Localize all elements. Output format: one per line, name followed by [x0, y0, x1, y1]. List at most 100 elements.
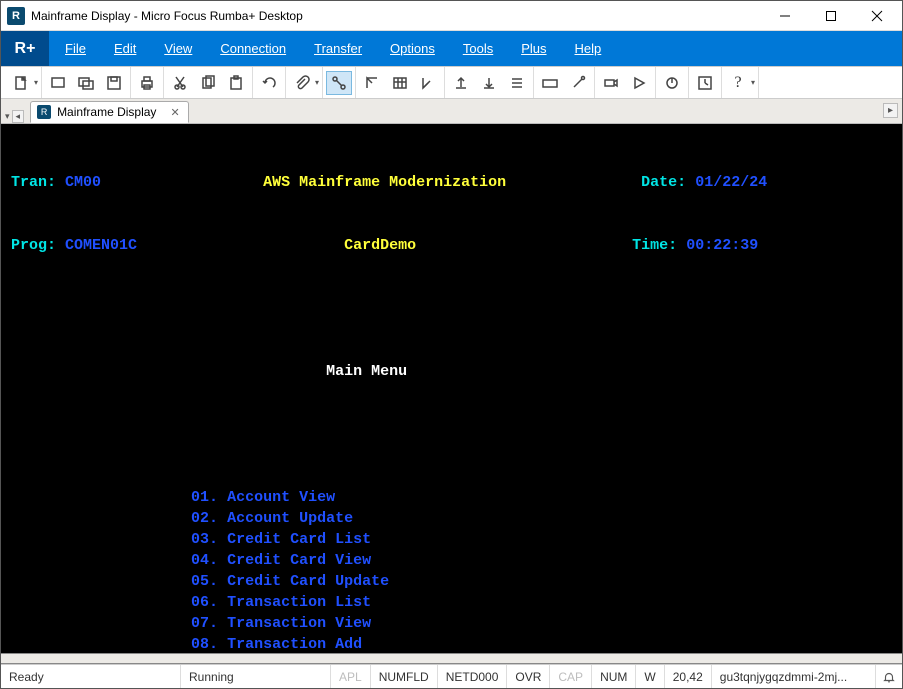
table-icon[interactable] — [387, 71, 413, 95]
menu-tools[interactable]: Tools — [463, 41, 493, 56]
tab-strip: ▾ ◂ R Mainframe Display ✕ ▸ — [1, 99, 902, 124]
option-label: Credit Card List — [227, 529, 371, 550]
attach-icon[interactable] — [289, 71, 315, 95]
play-icon[interactable] — [626, 71, 652, 95]
status-ready: Ready — [1, 665, 181, 688]
tran-value: CM00 — [65, 172, 101, 193]
menu-option: 07. Transaction View — [11, 613, 892, 634]
eyedropper-icon[interactable] — [565, 71, 591, 95]
cursor-up-icon[interactable] — [359, 71, 385, 95]
window-title: Mainframe Display - Micro Focus Rumba+ D… — [31, 9, 762, 23]
menu-options[interactable]: Options — [390, 41, 435, 56]
menu-option: 08. Transaction Add — [11, 634, 892, 653]
download-icon[interactable] — [476, 71, 502, 95]
tran-label: Tran: — [11, 172, 56, 193]
toolbar: ▾ ▾ — [1, 66, 902, 99]
tab-close-icon[interactable]: ✕ — [170, 106, 179, 119]
window-controls — [762, 1, 900, 31]
option-number: 05. — [191, 571, 218, 592]
separator — [1, 653, 902, 664]
multi-screen-icon[interactable] — [73, 71, 99, 95]
menu-file[interactable]: File — [65, 41, 86, 56]
status-netd: NETD000 — [438, 665, 508, 688]
option-label: Transaction View — [227, 613, 371, 634]
option-label: Account View — [227, 487, 335, 508]
queue-icon[interactable] — [504, 71, 530, 95]
brand-logo: R+ — [1, 31, 49, 66]
connect-icon[interactable] — [326, 71, 352, 95]
print-icon[interactable] — [134, 71, 160, 95]
option-label: Credit Card View — [227, 550, 371, 571]
date-value: 01/22/24 — [695, 172, 767, 193]
prog-label: Prog: — [11, 235, 56, 256]
new-icon[interactable] — [8, 71, 34, 95]
tab-next-icon[interactable]: ▸ — [883, 103, 898, 118]
terminal-screen[interactable]: Tran: CM00 AWS Mainframe Modernization D… — [1, 124, 902, 653]
menu-connection[interactable]: Connection — [220, 41, 286, 56]
menu-help[interactable]: Help — [575, 41, 602, 56]
option-label: Transaction List — [227, 592, 371, 613]
menu-transfer[interactable]: Transfer — [314, 41, 362, 56]
menu-option: 01. Account View — [11, 487, 892, 508]
screen-icon[interactable] — [45, 71, 71, 95]
help-icon[interactable]: ? — [725, 71, 751, 95]
dropdown-caret-icon[interactable]: ▾ — [34, 78, 38, 87]
status-cap: CAP — [550, 665, 592, 688]
header-line1: AWS Mainframe Modernization — [263, 172, 506, 193]
copy-icon[interactable] — [195, 71, 221, 95]
option-label: Credit Card Update — [227, 571, 389, 592]
close-button[interactable] — [854, 1, 900, 31]
option-number: 02. — [191, 508, 218, 529]
record-icon[interactable] — [598, 71, 624, 95]
clock-icon[interactable] — [692, 71, 718, 95]
menu-option: 04. Credit Card View — [11, 550, 892, 571]
status-w: W — [636, 665, 664, 688]
window-titlebar: R Mainframe Display - Micro Focus Rumba+… — [1, 1, 902, 31]
cursor-down-icon[interactable] — [415, 71, 441, 95]
menu-edit[interactable]: Edit — [114, 41, 136, 56]
status-ovr: OVR — [507, 665, 550, 688]
save-icon[interactable] — [101, 71, 127, 95]
time-label: Time: — [632, 235, 677, 256]
undo-icon[interactable] — [256, 71, 282, 95]
header-line2: CardDemo — [344, 235, 416, 256]
tab-app-icon: R — [37, 105, 51, 119]
maximize-button[interactable] — [808, 1, 854, 31]
status-coords: 20,42 — [665, 665, 712, 688]
keyboard-icon[interactable] — [537, 71, 563, 95]
dropdown-caret-icon[interactable]: ▾ — [315, 78, 319, 87]
menu-option: 05. Credit Card Update — [11, 571, 892, 592]
power-icon[interactable] — [659, 71, 685, 95]
tab-label: Mainframe Display — [57, 105, 156, 119]
main-menu-label: Main Menu — [326, 361, 407, 382]
option-number: 07. — [191, 613, 218, 634]
tab-mainframe-display[interactable]: R Mainframe Display ✕ — [30, 101, 189, 123]
tab-menu-icon[interactable]: ▾ — [5, 111, 10, 122]
menubar: R+ File Edit View Connection Transfer Options… — [1, 31, 902, 66]
option-label: Transaction Add — [227, 634, 362, 653]
status-numfld: NUMFLD — [371, 665, 438, 688]
menu-option: 02. Account Update — [11, 508, 892, 529]
status-remote: gu3tqnjygqzdmmi-2mj... — [712, 665, 876, 688]
status-apl: APL — [331, 665, 371, 688]
option-number: 06. — [191, 592, 218, 613]
option-label: Account Update — [227, 508, 353, 529]
minimize-button[interactable] — [762, 1, 808, 31]
time-value: 00:22:39 — [686, 235, 758, 256]
tab-prev-icon[interactable]: ◂ — [12, 110, 25, 123]
prog-value: COMEN01C — [65, 235, 137, 256]
app-icon: R — [7, 7, 25, 25]
menu-option: 06. Transaction List — [11, 592, 892, 613]
menu-view[interactable]: View — [164, 41, 192, 56]
paste-icon[interactable] — [223, 71, 249, 95]
date-label: Date: — [641, 172, 686, 193]
menu-plus[interactable]: Plus — [521, 41, 546, 56]
option-number: 01. — [191, 487, 218, 508]
dropdown-caret-icon[interactable]: ▾ — [751, 78, 755, 87]
status-num: NUM — [592, 665, 636, 688]
option-number: 08. — [191, 634, 218, 653]
option-number: 03. — [191, 529, 218, 550]
cut-icon[interactable] — [167, 71, 193, 95]
notification-bell-icon[interactable] — [876, 665, 902, 688]
upload-icon[interactable] — [448, 71, 474, 95]
